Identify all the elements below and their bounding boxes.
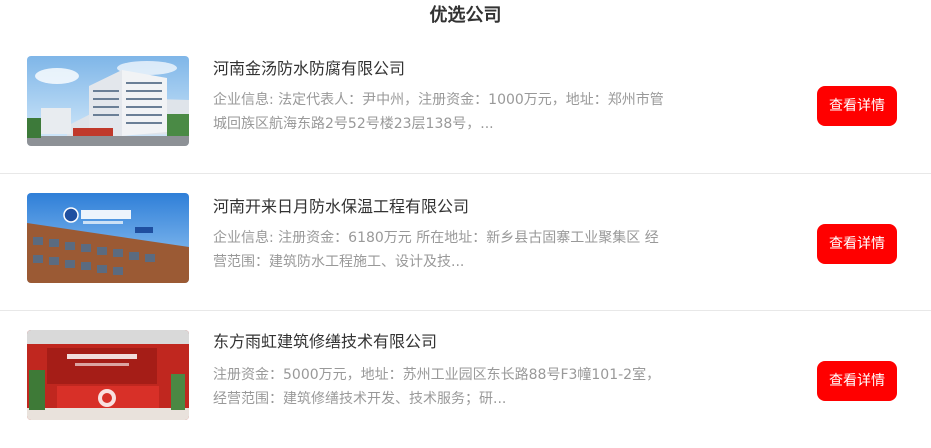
company-name[interactable]: 河南金汤防水防腐有限公司 [213,58,405,80]
company-card: 河南金汤防水防腐有限公司 企业信息: 法定代表人：尹中州，注册资金：1000万元… [0,36,931,173]
page-title: 优选公司 [429,5,502,26]
company-name[interactable]: 河南开来日月防水保温工程有限公司 [213,196,469,218]
view-details-button[interactable]: 查看详情 [817,224,897,264]
company-card: 河南开来日月防水保温工程有限公司 企业信息: 注册资金：6180万元 所在地址：… [0,173,931,311]
company-description: 注册资金：5000万元，地址：苏州工业园区东长路88号F3幢101-2室，经营范… [213,367,661,407]
company-description: 企业信息: 注册资金：6180万元 所在地址：新乡县古固寨工业聚集区 经营范围：… [213,230,659,270]
reception-desk-image [27,330,189,420]
company-thumbnail-2[interactable] [27,193,189,283]
company-card: 东方雨虹建筑修缮技术有限公司 注册资金：5000万元，地址：苏州工业园区东长路8… [0,310,931,448]
view-details-button[interactable]: 查看详情 [817,361,897,401]
company-thumbnail-1[interactable] [27,56,189,146]
company-name[interactable]: 东方雨虹建筑修缮技术有限公司 [213,331,437,353]
factory-building-image [27,56,189,146]
office-building-image [27,193,189,283]
company-thumbnail-3[interactable] [27,330,189,420]
company-description: 企业信息: 法定代表人：尹中州，注册资金：1000万元，地址：郑州市管城回族区航… [213,92,664,132]
view-details-button[interactable]: 查看详情 [817,86,897,126]
